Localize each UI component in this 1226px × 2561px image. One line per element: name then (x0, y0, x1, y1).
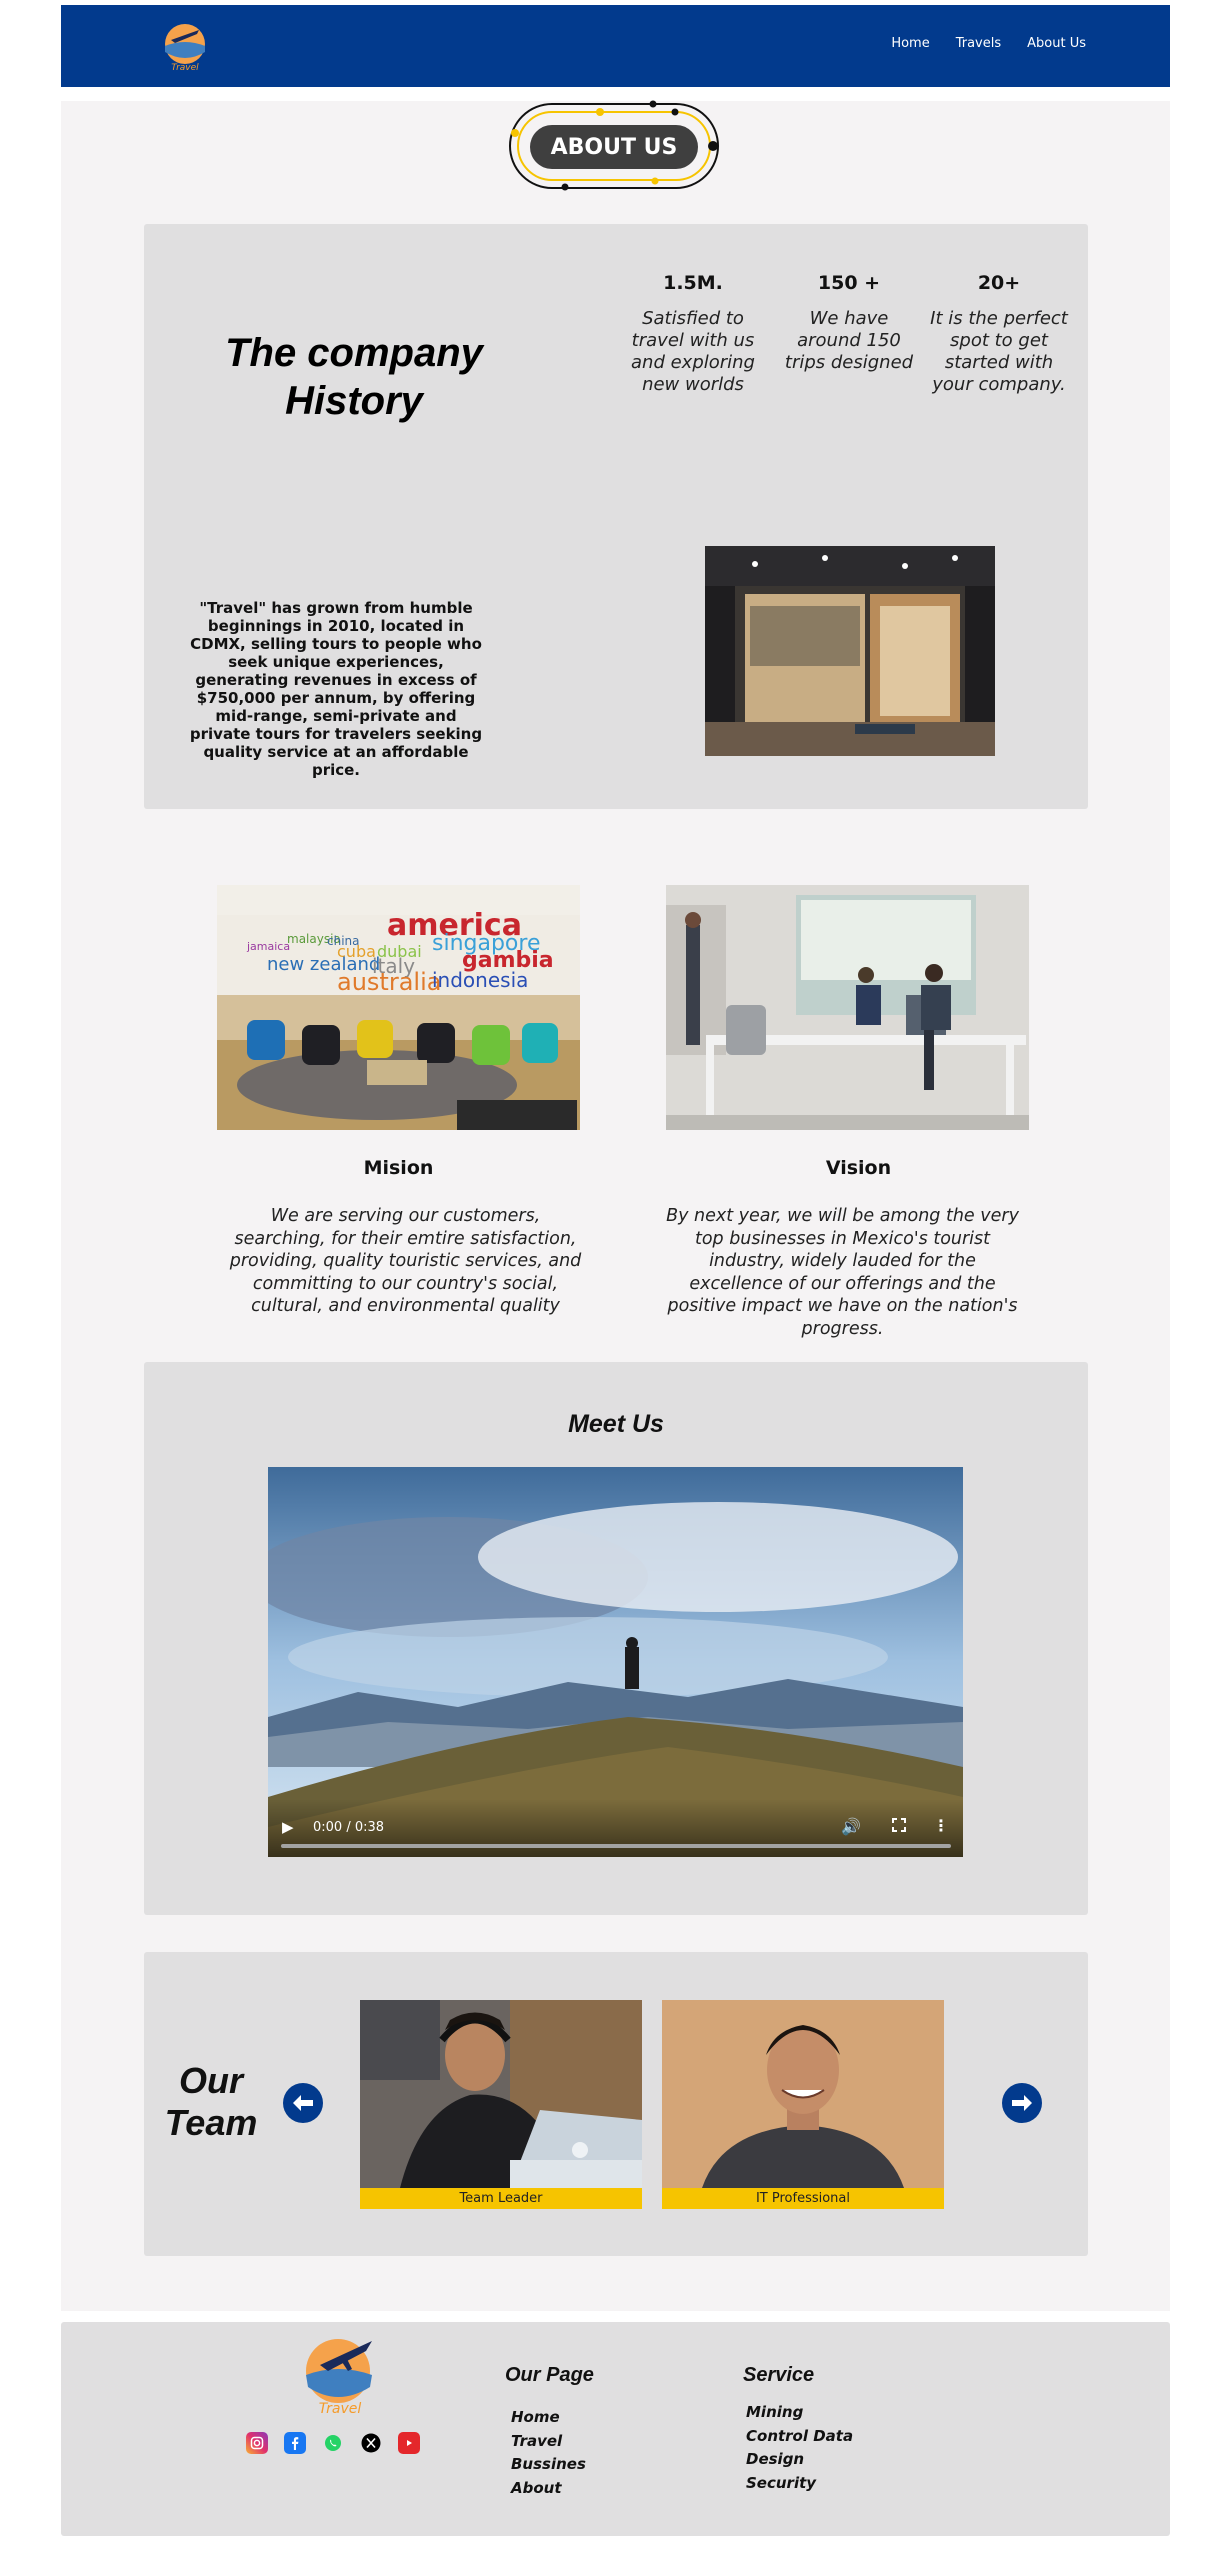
play-icon[interactable]: ▶ (282, 1818, 294, 1836)
footer-link-control-data[interactable]: Control Data (746, 2425, 853, 2449)
stat-value: 150 + (817, 272, 881, 294)
team-prev-button[interactable] (283, 2083, 323, 2123)
facebook-icon[interactable] (284, 2432, 306, 2454)
mission-text: We are serving our customers, searching,… (229, 1206, 582, 1316)
vision-title: Vision (825, 1157, 892, 1179)
svg-text:ABOUT US: ABOUT US (551, 135, 678, 160)
svg-text:china: china (327, 934, 360, 948)
team-member-photo (662, 2000, 944, 2188)
whatsapp-icon[interactable] (322, 2432, 344, 2454)
footer-link-travel[interactable]: Travel (511, 2430, 586, 2454)
travel-logo-icon[interactable]: Travel (300, 2333, 380, 2419)
company-history-panel: The company History 1.5M. Satisfied to t… (144, 224, 1088, 809)
stat-trips: 150 + We have around 150 trips designed (784, 272, 914, 374)
fullscreen-icon[interactable] (892, 1818, 906, 1832)
site-footer: Travel Our Page Home Travel Bussines Abo… (61, 2322, 1170, 2536)
meet-us-panel: Meet Us ▶ 0:00 / 0:38 🔊 ⋮ (144, 1362, 1088, 1915)
video-controls: ▶ 0:00 / 0:38 🔊 ⋮ (268, 1799, 963, 1857)
svg-text:australia: australia (337, 968, 441, 996)
meet-us-video[interactable]: ▶ 0:00 / 0:38 🔊 ⋮ (268, 1467, 963, 1857)
stat-value: 20+ (977, 272, 1021, 294)
footer-link-bussines[interactable]: Bussines (511, 2453, 586, 2477)
arrow-left-icon (293, 2095, 313, 2111)
team-member-card[interactable]: IT Professional (662, 2000, 944, 2209)
mission-photo: america singapore cuba dubai new zealand… (217, 885, 580, 1130)
our-team-panel: Our Team Team Leader IT Professional (144, 1952, 1088, 2256)
nav-travels-link[interactable]: Travels (956, 36, 1001, 51)
our-page-title: Our Page (505, 2364, 594, 2386)
stat-text: Satisfied to travel with us and explorin… (631, 308, 755, 395)
footer-link-home[interactable]: Home (511, 2406, 586, 2430)
nav-about-link[interactable]: About Us (1027, 36, 1086, 51)
team-member-photo (360, 2000, 642, 2188)
instagram-icon[interactable] (246, 2432, 268, 2454)
service-links: Mining Control Data Design Security (746, 2401, 853, 2495)
more-options-icon[interactable]: ⋮ (933, 1816, 949, 1836)
footer-link-about[interactable]: About (511, 2477, 586, 2501)
youtube-icon[interactable] (398, 2432, 420, 2454)
stat-text: It is the perfect spot to get started wi… (930, 308, 1068, 395)
svg-text:indonesia: indonesia (432, 968, 528, 992)
footer-link-design[interactable]: Design (746, 2448, 853, 2472)
vision-text: By next year, we will be among the very … (666, 1206, 1019, 1339)
service-title: Service (743, 2364, 815, 2386)
svg-text:Travel: Travel (171, 63, 199, 73)
team-member-role: IT Professional (662, 2188, 944, 2209)
svg-text:Travel: Travel (319, 2401, 362, 2417)
nav-home-link[interactable]: Home (891, 36, 929, 51)
office-entrance-photo (705, 546, 995, 756)
svg-text:jamaica: jamaica (246, 940, 290, 953)
about-us-badge: ABOUT US (509, 100, 719, 191)
video-time: 0:00 / 0:38 (313, 1820, 385, 1835)
team-member-card[interactable]: Team Leader (360, 2000, 642, 2209)
footer-link-security[interactable]: Security (746, 2472, 853, 2496)
stat-text: We have around 150 trips designed (784, 308, 914, 373)
video-progress-bar[interactable] (281, 1844, 951, 1848)
social-links (246, 2432, 420, 2454)
footer-link-mining[interactable]: Mining (746, 2401, 853, 2425)
stat-travelers: 1.5M. Satisfied to travel with us and ex… (628, 272, 758, 396)
arrow-right-icon (1012, 2095, 1032, 2111)
mission-title: Mision (363, 1157, 434, 1179)
history-paragraph: "Travel" has grown from humble beginning… (189, 599, 483, 779)
vision-photo (666, 885, 1029, 1130)
travel-logo-icon[interactable]: Travel (161, 18, 209, 74)
main-nav: Home Travels About Us (891, 36, 1086, 51)
meet-us-title: Meet Us (568, 1410, 664, 1438)
volume-icon[interactable]: 🔊 (841, 1817, 861, 1837)
team-next-button[interactable] (1002, 2083, 1042, 2123)
stat-years: 20+ It is the perfect spot to get starte… (929, 272, 1069, 396)
site-header: Travel Home Travels About Us (61, 5, 1170, 87)
history-title: The company History (225, 331, 483, 423)
x-icon[interactable] (360, 2432, 382, 2454)
team-member-role: Team Leader (360, 2188, 642, 2209)
team-title: Our Team (164, 2060, 258, 2143)
stat-value: 1.5M. (663, 272, 723, 294)
our-page-links: Home Travel Bussines About (511, 2406, 586, 2500)
